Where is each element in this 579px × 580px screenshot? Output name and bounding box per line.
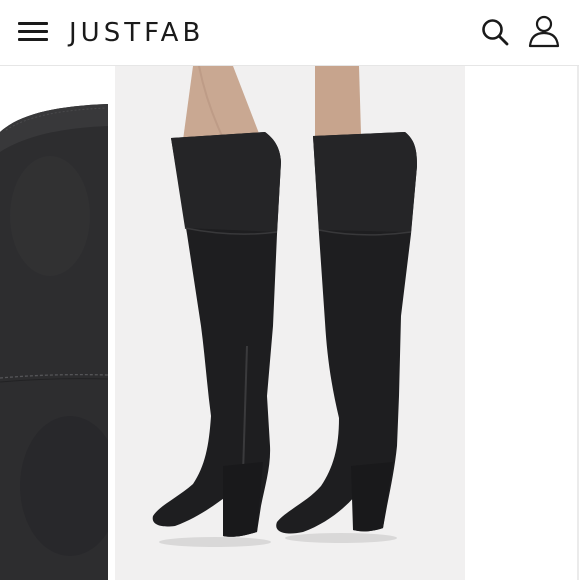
brand-logo[interactable]: JUSTFAB [69,16,204,50]
hamburger-menu-icon[interactable] [18,19,48,45]
previous-product-image[interactable] [0,66,108,580]
search-icon[interactable] [480,17,510,47]
top-nav-bar: JUSTFAB [0,0,579,66]
main-product-image[interactable] [115,66,465,580]
user-icon[interactable] [527,14,561,48]
product-page: JUSTFAB [0,0,579,580]
product-image-carousel[interactable] [0,66,579,580]
